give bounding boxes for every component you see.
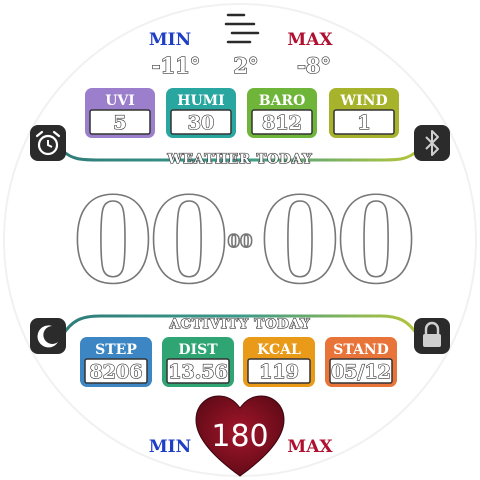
activity-title: ACTIVITY TODAY: [169, 317, 311, 332]
bluetooth-icon[interactable]: [414, 125, 450, 161]
activity-tile-stand[interactable]: STAND 05/12: [325, 337, 397, 387]
heart-min-label: MIN: [149, 437, 191, 457]
weather-max-label: MAX: [287, 30, 333, 50]
weather-min-label: MIN: [149, 30, 191, 50]
tile-label: HUMI: [177, 93, 224, 109]
lock-icon[interactable]: [414, 318, 450, 354]
weather-max-value: -8°: [297, 53, 331, 78]
clock-minutes-digits: 00: [259, 171, 412, 310]
tile-label: STAND: [333, 342, 389, 358]
activity-tile-step[interactable]: STEP 8206: [80, 337, 152, 387]
weather-icon: [224, 13, 260, 44]
weather-min-value: -11°: [152, 53, 200, 78]
weather-tile-uvi[interactable]: UVI 5: [85, 88, 155, 138]
tile-value: 30: [188, 112, 214, 134]
tile-label: BARO: [259, 93, 306, 109]
tile-label: UVI: [105, 93, 135, 109]
clock-minutes: 00: [258, 170, 419, 311]
tile-value: 812: [262, 112, 302, 134]
tile-label: KCAL: [257, 342, 301, 358]
weather-tile-humi[interactable]: HUMI 30: [166, 88, 236, 138]
activity-tile-dist[interactable]: DIST 13.56: [162, 337, 234, 387]
tile-value: 119: [259, 361, 299, 383]
tile-value: 13.56: [168, 361, 228, 383]
weather-current-value: 2°: [233, 53, 258, 78]
clock-seconds: 00: [227, 231, 252, 252]
alarm-icon[interactable]: [30, 125, 66, 161]
tile-value: 5: [113, 112, 126, 134]
tile-label: WIND: [339, 93, 387, 109]
activity-tile-kcal[interactable]: KCAL 119: [243, 337, 315, 387]
clock-hours: 00: [71, 170, 232, 311]
tile-label: STEP: [95, 342, 137, 358]
watch-face-canvas: MIN MAX -11° 2° -8° UVI 5 HUMI 30 BARO 812 WIN…: [3, 3, 477, 477]
moon-icon[interactable]: [30, 318, 66, 354]
heart-rate-value: 180: [211, 419, 268, 454]
tile-value: 05/12: [331, 361, 391, 383]
activity-tiles: STEP 8206 DIST 13.56 KCAL 119 STAND 05/12: [80, 337, 397, 387]
tile-value: 8206: [90, 361, 143, 383]
weather-title: WEATHER TODAY: [166, 152, 312, 167]
weather-tile-baro[interactable]: BARO 812: [247, 88, 317, 138]
watch-face: MIN MAX -11° 2° -8° UVI 5 HUMI 30 BARO 812 WIN…: [0, 0, 480, 480]
heart-max-label: MAX: [287, 437, 333, 457]
tile-label: DIST: [178, 342, 218, 358]
weather-tiles: UVI 5 HUMI 30 BARO 812 WIND 1: [85, 88, 399, 138]
tile-value: 1: [357, 112, 370, 134]
weather-tile-wind[interactable]: WIND 1: [329, 88, 399, 138]
clock-hours-digits: 00: [72, 171, 225, 310]
